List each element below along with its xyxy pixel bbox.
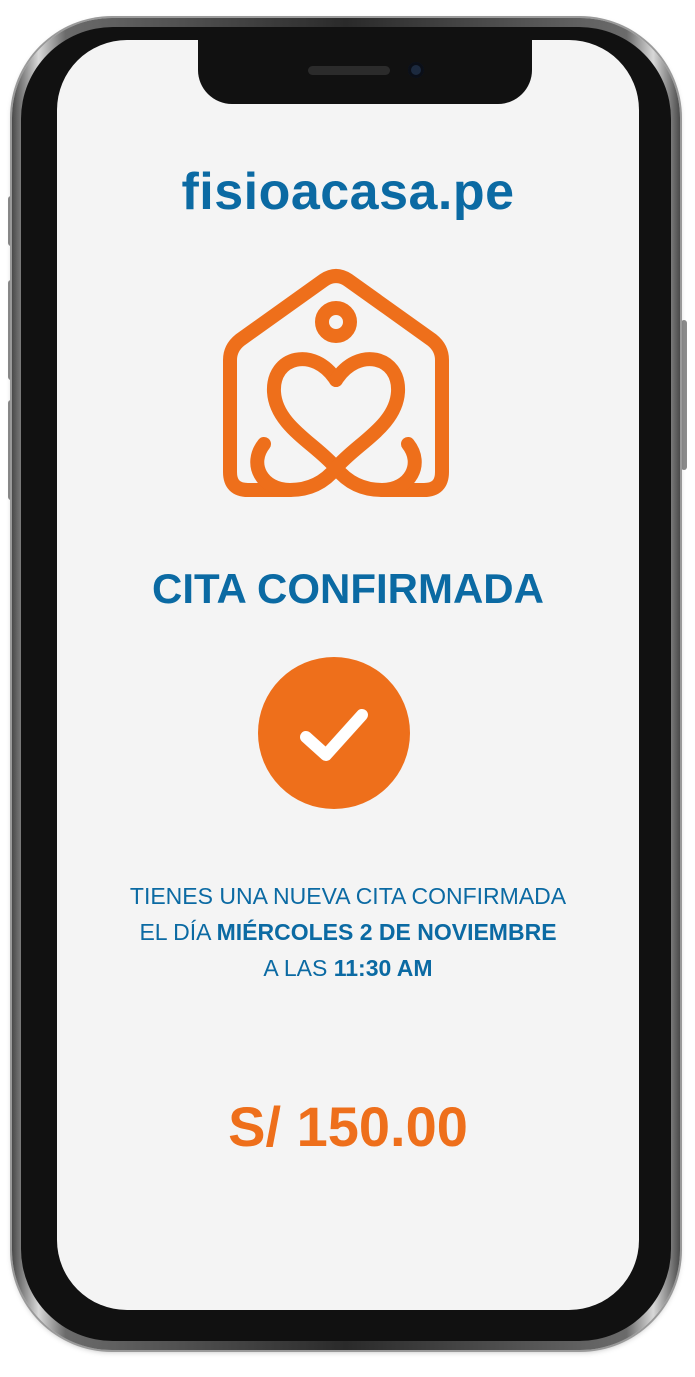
message-line-2: EL DÍA MIÉRCOLES 2 DE NOVIEMBRE (57, 914, 639, 950)
phone-mockup: fisioacasa.pe CITA CONFIRMADA TIENES UNA… (0, 0, 695, 1377)
brand-logo-text: fisioacasa.pe (181, 163, 515, 221)
phone-notch (198, 40, 532, 104)
date-prefix: EL DÍA (139, 919, 217, 945)
appointment-time: 11:30 AM (333, 955, 433, 981)
confirmation-badge (258, 657, 410, 809)
appointment-date: MIÉRCOLES 2 DE NOVIEMBRE (216, 919, 557, 945)
confirmation-title: CITA CONFIRMADA (152, 565, 544, 612)
confirmation-message: TIENES UNA NUEVA CITA CONFIRMADA EL DÍA … (57, 878, 639, 986)
app-screen: fisioacasa.pe CITA CONFIRMADA TIENES UNA… (57, 40, 639, 1310)
time-prefix: A LAS (263, 955, 334, 981)
message-line-1: TIENES UNA NUEVA CITA CONFIRMADA (129, 883, 567, 909)
speaker-grille (308, 66, 390, 75)
checkmark-icon (300, 709, 368, 761)
front-camera (408, 62, 424, 78)
phone-side-button (681, 320, 687, 470)
house-heart-icon (223, 269, 449, 497)
message-line-3: A LAS 11:30 AM (57, 950, 639, 986)
appointment-price: S/ 150.00 (228, 1095, 468, 1158)
